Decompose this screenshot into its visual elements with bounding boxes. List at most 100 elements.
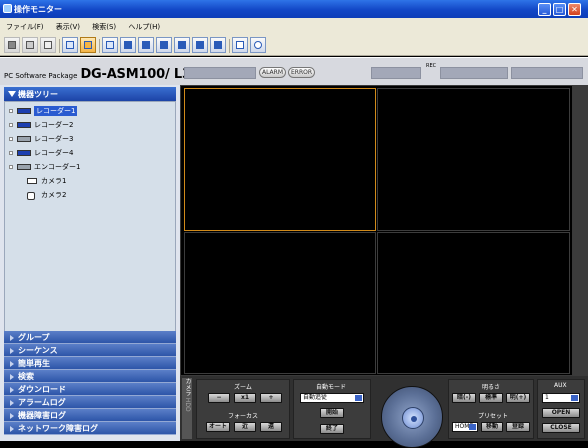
aux-close-button[interactable]: CLOSE bbox=[542, 423, 580, 433]
tree-node-camera-2[interactable]: カメラ2 bbox=[19, 190, 169, 200]
menu-search[interactable]: 検索(S) bbox=[86, 18, 116, 32]
tree-node-recorder-2[interactable]: レコーダー2 bbox=[9, 120, 169, 130]
auto-stop-button[interactable]: 終了 bbox=[320, 424, 344, 434]
preset-select[interactable]: HOME bbox=[452, 422, 478, 432]
expand-icon[interactable] bbox=[9, 137, 13, 141]
menu-bar: ファイル(F) 表示(V) 検索(S) ヘルプ(H) bbox=[0, 18, 588, 34]
device-tree-title: 機器ツリー bbox=[18, 90, 58, 99]
zoom-x1-button[interactable]: x1 bbox=[234, 393, 256, 403]
video-cell-2[interactable] bbox=[377, 88, 570, 231]
error-button[interactable]: ERROR bbox=[288, 67, 315, 78]
device-tree: レコーダー1 レコーダー2 レコーダー3 レコーダー4 エンコーダー1 カメラ1 bbox=[4, 101, 176, 333]
brightness-dark-button[interactable]: 暗(-) bbox=[452, 393, 476, 403]
expand-icon[interactable] bbox=[9, 123, 13, 127]
time-field bbox=[440, 67, 508, 79]
focus-auto-button[interactable]: オート bbox=[206, 422, 230, 432]
ptz-center-icon bbox=[411, 416, 417, 422]
zoom-in-button[interactable]: + bbox=[260, 393, 282, 403]
ptz-joystick[interactable] bbox=[381, 386, 443, 448]
layout-4-icon[interactable] bbox=[80, 37, 96, 53]
tree-node-recorder-3[interactable]: レコーダー3 bbox=[9, 134, 169, 144]
aux-select[interactable]: 1 bbox=[542, 393, 580, 403]
close-button[interactable]: ✕ bbox=[568, 3, 581, 16]
category-download[interactable]: ダウンロード bbox=[4, 383, 176, 396]
video-cell-4[interactable] bbox=[377, 232, 570, 374]
video-grid bbox=[180, 85, 573, 376]
category-search[interactable]: 検索 bbox=[4, 370, 176, 383]
collapse-icon bbox=[8, 91, 16, 97]
title-bar: 操作モニター _ □ ✕ bbox=[0, 0, 588, 18]
minimize-button[interactable]: _ bbox=[538, 3, 551, 16]
app-icon bbox=[3, 4, 12, 13]
menu-file[interactable]: ファイル(F) bbox=[0, 18, 44, 32]
fullscreen-icon[interactable] bbox=[232, 37, 248, 53]
zoom-out-button[interactable]: − bbox=[208, 393, 230, 403]
camera-icon bbox=[27, 178, 37, 184]
category-sequence[interactable]: シーケンス bbox=[4, 344, 176, 357]
focus-near-button[interactable]: 近 bbox=[234, 422, 256, 432]
print-icon[interactable] bbox=[22, 37, 38, 53]
package-label: PC Software Package DG-ASM100/ L3 bbox=[4, 67, 191, 82]
focus-far-button[interactable]: 遠 bbox=[260, 422, 282, 432]
category-group[interactable]: グループ bbox=[4, 331, 176, 344]
preset-register-button[interactable]: 登録 bbox=[506, 422, 530, 432]
tree-node-recorder-4[interactable]: レコーダー4 bbox=[9, 148, 169, 158]
sidebar: 機器ツリー レコーダー1 レコーダー2 レコーダー3 レコーダー4 エンコーダー… bbox=[0, 85, 180, 441]
layout-1-icon[interactable] bbox=[62, 37, 78, 53]
layout-a-icon[interactable] bbox=[138, 37, 154, 53]
recorder-icon bbox=[17, 136, 31, 142]
tree-node-camera-1[interactable]: カメラ1 bbox=[19, 176, 169, 186]
camera-tab[interactable]: カメラ HDD bbox=[182, 378, 192, 439]
camera-icon[interactable] bbox=[4, 37, 20, 53]
vertical-scrollbar[interactable] bbox=[573, 85, 588, 376]
category-device-error-log[interactable]: 機器障害ログ bbox=[4, 409, 176, 422]
brightness-standard-button[interactable]: 標準 bbox=[479, 393, 503, 403]
layout-e-icon[interactable] bbox=[210, 37, 226, 53]
recorder-icon bbox=[17, 122, 31, 128]
toolbar bbox=[0, 34, 588, 56]
alarm-button[interactable]: ALARM bbox=[259, 67, 286, 78]
status-field bbox=[184, 67, 256, 79]
tree-node-encoder-1[interactable]: エンコーダー1 bbox=[9, 162, 169, 172]
layout-c-icon[interactable] bbox=[174, 37, 190, 53]
focus-title: フォーカス bbox=[228, 413, 259, 420]
menu-help[interactable]: ヘルプ(H) bbox=[122, 18, 160, 32]
auto-mode-title: 自動モード bbox=[316, 384, 347, 391]
tree-node-recorder-1[interactable]: レコーダー1 bbox=[9, 106, 169, 116]
date-field bbox=[371, 67, 421, 79]
expand-icon[interactable] bbox=[9, 109, 13, 113]
menu-view[interactable]: 表示(V) bbox=[50, 18, 80, 32]
auto-mode-select[interactable]: 自動追従 bbox=[300, 393, 364, 403]
recorder-icon bbox=[17, 150, 31, 156]
preset-move-button[interactable]: 移動 bbox=[481, 422, 503, 432]
layout-d-icon[interactable] bbox=[192, 37, 208, 53]
recorder-icon bbox=[17, 108, 31, 114]
info-header: PC Software Package DG-ASM100/ L3 ALARM E… bbox=[0, 57, 588, 85]
layout-16-icon[interactable] bbox=[120, 37, 136, 53]
aux-title: AUX bbox=[554, 382, 567, 389]
category-alarm-log[interactable]: アラームログ bbox=[4, 396, 176, 409]
rec-indicator: REC bbox=[426, 63, 437, 69]
window-title: 操作モニター bbox=[14, 5, 62, 14]
encoder-icon bbox=[17, 164, 31, 170]
aux-open-button[interactable]: OPEN bbox=[542, 408, 580, 418]
maximize-button[interactable]: □ bbox=[553, 3, 566, 16]
category-network-error-log[interactable]: ネットワーク障害ログ bbox=[4, 422, 176, 435]
layout-9-icon[interactable] bbox=[102, 37, 118, 53]
zoom-icon[interactable] bbox=[250, 37, 266, 53]
layout-b-icon[interactable] bbox=[156, 37, 172, 53]
camera-control-panel: カメラ HDD ズーム − x1 + フォーカス オート 近 遠 自動モード 自… bbox=[180, 376, 588, 448]
brightness-title: 明るさ bbox=[482, 384, 501, 391]
brightness-bright-button[interactable]: 明(+) bbox=[506, 393, 530, 403]
auto-start-button[interactable]: 開始 bbox=[320, 408, 344, 418]
category-quick-playback[interactable]: 簡単再生 bbox=[4, 357, 176, 370]
model-name: DG-ASM100/ L3 bbox=[80, 67, 191, 82]
expand-icon[interactable] bbox=[9, 151, 13, 155]
video-cell-1[interactable] bbox=[184, 88, 376, 231]
collapse-icon[interactable] bbox=[9, 165, 13, 169]
device-tree-header[interactable]: 機器ツリー bbox=[4, 87, 176, 101]
zoom-title: ズーム bbox=[234, 384, 252, 391]
export-icon[interactable] bbox=[40, 37, 56, 53]
video-cell-3[interactable] bbox=[184, 232, 376, 374]
preset-title: プリセット bbox=[478, 413, 509, 420]
